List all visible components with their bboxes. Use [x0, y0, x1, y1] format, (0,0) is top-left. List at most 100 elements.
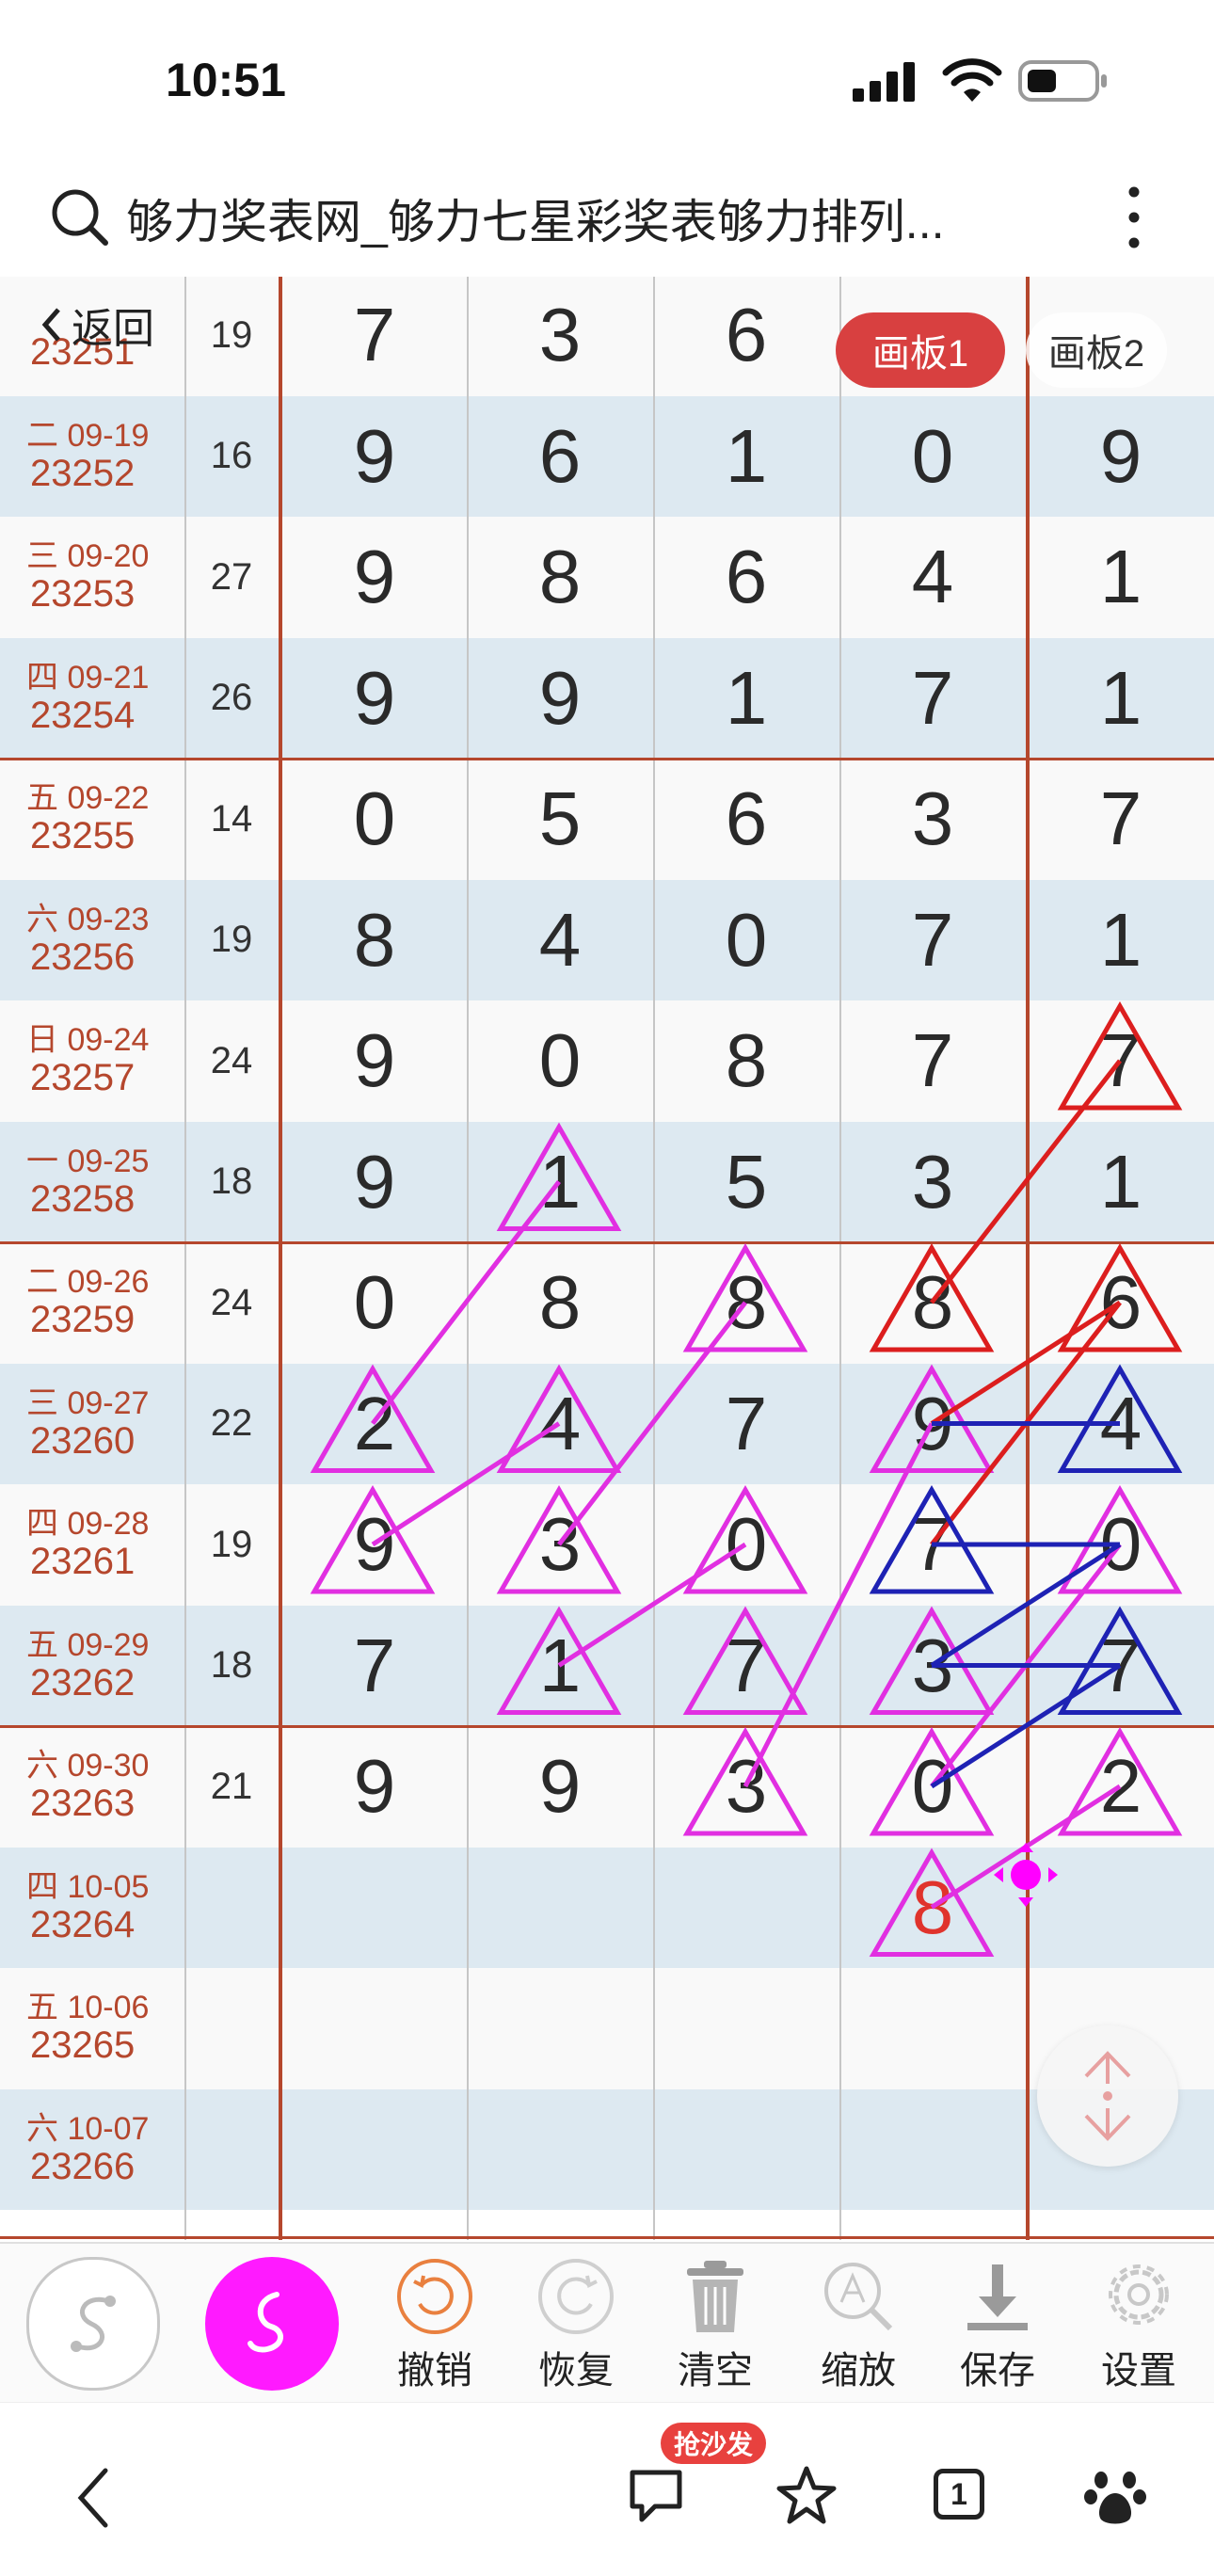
table-row: 日 09-24 23257 24 9 0 8 7 7 [0, 1000, 1214, 1122]
table-row: 四 09-21 23254 26 9 9 1 7 1 [0, 637, 1214, 759]
digit-cell: 3 [725, 1744, 768, 1829]
page-title[interactable]: 够力奖表网_够力七星彩奖表够力排列... [126, 184, 944, 252]
row-sum: 24 [210, 1039, 253, 1081]
row-issue: 23263 [30, 1783, 136, 1824]
paw-icon[interactable] [1082, 2463, 1148, 2529]
download-icon [967, 2264, 1028, 2330]
digit-cell: 9 [353, 535, 396, 619]
digit-cell: 7 [1099, 1018, 1142, 1103]
group-divider [0, 1241, 1214, 1244]
digit-cell: 0 [911, 413, 954, 498]
row-issue: 23264 [30, 1903, 136, 1945]
digit-cell: 4 [1099, 1381, 1142, 1465]
zoom-button[interactable]: 缩放 [792, 2244, 924, 2404]
star-icon[interactable] [774, 2463, 839, 2529]
row-date: 五 09-29 [26, 1626, 150, 1663]
tabs-button[interactable]: 1 [934, 2469, 984, 2520]
digit-cell [839, 1968, 1026, 2089]
row-issue: 23254 [30, 694, 136, 736]
digit-cell: 8 [911, 1260, 954, 1345]
digit-cell: 6 [538, 413, 582, 498]
table-row: 一 09-25 23258 18 9 1 5 3 1 [0, 1121, 1214, 1242]
trash-icon [687, 2261, 743, 2332]
settings-label: 设置 [1101, 2350, 1176, 2392]
row-date: 三 09-20 [26, 538, 150, 574]
undo-label: 撤销 [397, 2350, 472, 2392]
table-row: 六 09-23 23256 19 8 4 0 7 1 [0, 879, 1214, 1000]
row-issue: 23260 [30, 1419, 136, 1462]
digit-cell: 1 [1099, 1139, 1142, 1224]
digit-cell: 7 [725, 1623, 768, 1707]
back-button[interactable]: 返回 [38, 292, 154, 358]
freehand-icon [248, 2292, 283, 2353]
save-button[interactable]: 保存 [932, 2244, 1063, 2404]
group-divider [0, 1725, 1214, 1728]
row-issue: 23262 [30, 1661, 136, 1704]
digit-cell: 7 [353, 1623, 396, 1707]
digit-cell: 3 [538, 1502, 582, 1587]
digit-cell: 8 [538, 1260, 582, 1345]
row-sum: 26 [210, 677, 253, 719]
digit-cell: 6 [725, 535, 768, 619]
digit-cell: 9 [538, 655, 582, 740]
digit-cell [467, 2089, 653, 2211]
redo-button[interactable]: 恢复 [510, 2244, 642, 2404]
undo-button[interactable]: 撤销 [369, 2244, 501, 2404]
digit-cell: 5 [725, 1139, 768, 1224]
redo-icon [538, 2259, 614, 2334]
digit-cell: 7 [1099, 776, 1142, 861]
digit-cell [839, 2089, 1026, 2211]
battery-icon [1018, 60, 1107, 102]
grid-divider [653, 277, 655, 2240]
row-issue: 23256 [30, 936, 136, 978]
digit-cell: 6 [1099, 1260, 1142, 1345]
row-date: 六 10-07 [26, 2110, 150, 2147]
row-date: 五 10-06 [26, 1990, 150, 2025]
grid-divider [839, 277, 841, 2240]
drawing-toolbar: 撤销 恢复 清空 缩放 保存 设置 [0, 2242, 1214, 2404]
comment-badge: 抢沙发 [661, 2423, 767, 2464]
table-row: 六 10-07 23266 [0, 2088, 1214, 2211]
status-time: 10:51 [166, 54, 286, 106]
board2-tab[interactable]: 画板2 [1026, 312, 1167, 388]
settings-button[interactable]: 设置 [1073, 2244, 1205, 2404]
table-row: 三 09-20 23253 27 9 8 6 4 1 [0, 517, 1214, 638]
digit-cell [653, 1848, 839, 1969]
digit-cell: 1 [1099, 897, 1142, 982]
board1-tab[interactable]: 画板1 [836, 312, 1005, 388]
redo-label: 恢复 [538, 2350, 614, 2392]
row-date: 二 09-26 [26, 1264, 150, 1300]
digit-cell: 2 [1099, 1744, 1142, 1829]
row-date: 日 09-24 [26, 1022, 150, 1058]
digit-cell: 9 [353, 655, 396, 740]
digit-cell: 8 [353, 897, 396, 982]
digit-cell: 1 [1099, 655, 1142, 740]
digit-cell: 6 [725, 293, 768, 377]
scroll-toggle-button[interactable] [1037, 2025, 1178, 2167]
row-date: 四 09-21 [26, 659, 150, 696]
clear-button[interactable]: 清空 [649, 2244, 781, 2404]
row-sum: 21 [210, 1765, 253, 1807]
search-icon[interactable] [49, 186, 111, 248]
back-arrow-icon[interactable] [70, 2465, 117, 2531]
row-issue: 23258 [30, 1177, 136, 1220]
digit-cell: 7 [911, 897, 954, 982]
row-date: 二 09-19 [26, 417, 150, 454]
more-icon[interactable] [1120, 184, 1148, 250]
table-row: 四 10-05 23264 8 [0, 1847, 1214, 1969]
digit-cell: 9 [538, 1744, 582, 1829]
section-divider [1026, 277, 1030, 2240]
row-date: 六 09-30 [26, 1748, 150, 1784]
row-date: 四 10-05 [26, 1868, 150, 1905]
comment-icon[interactable] [623, 2463, 689, 2529]
freehand-mode-button[interactable] [205, 2257, 339, 2391]
digit-cell: 1 [725, 655, 768, 740]
chevron-left-icon [41, 308, 60, 342]
line-mode-button[interactable] [26, 2257, 160, 2391]
row-sum: 22 [210, 1402, 253, 1445]
digit-cell: 7 [911, 655, 954, 740]
grid-divider [184, 277, 186, 2240]
section-divider [279, 277, 282, 2240]
grid-divider [467, 277, 469, 2240]
digit-cell: 3 [911, 1139, 954, 1224]
